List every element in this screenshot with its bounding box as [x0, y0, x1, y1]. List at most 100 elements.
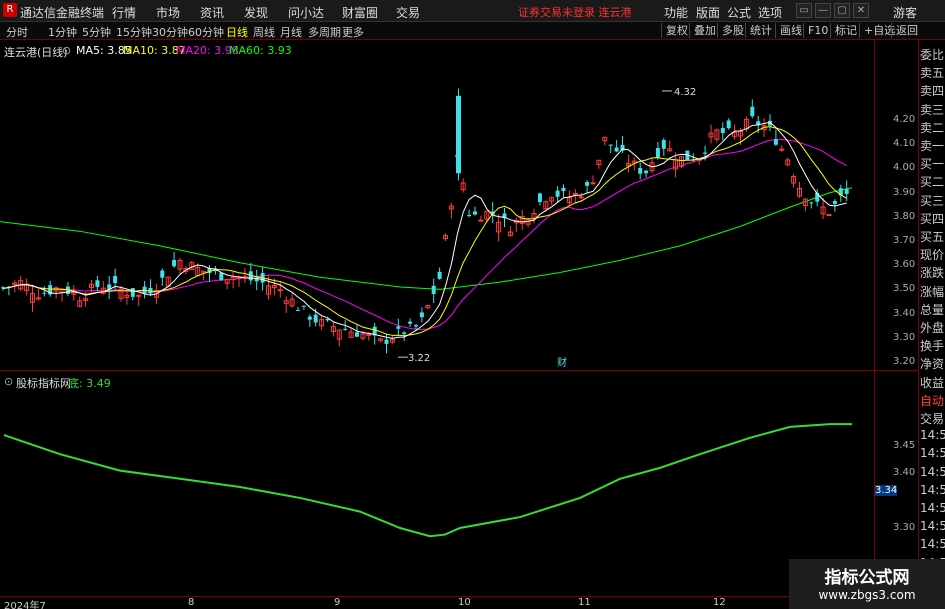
side-panel-item[interactable]: 涨跌: [920, 264, 944, 281]
candle-body-down: [95, 280, 100, 287]
candle-body-up: [826, 214, 832, 217]
menu-news[interactable]: 资讯: [200, 4, 224, 21]
menu-market[interactable]: 市场: [156, 4, 180, 21]
login-warning[interactable]: 证券交易未登录 连云港: [518, 4, 632, 20]
ma60-polyline: [0, 187, 853, 290]
mark-button[interactable]: 标记: [830, 23, 861, 38]
candle-body-down: [301, 305, 306, 307]
side-panel-item[interactable]: 净资: [920, 355, 944, 372]
quote-side-panel[interactable]: 委比 卖五 卖四卖三 卖二 卖一 买一 买二买三 买四 买五 现价 涨跌涨幅 总量 外盘 换手 净资收益 自动…: [918, 40, 945, 609]
side-panel-item[interactable]: 交易: [920, 410, 944, 427]
side-panel-item[interactable]: 14:56: [920, 428, 945, 442]
candle-body-down: [42, 292, 47, 294]
price-tick: 4.10: [893, 138, 916, 150]
ma10-polyline: [2, 126, 847, 337]
candle-body-down: [219, 272, 224, 281]
period-more[interactable]: 更多: [342, 24, 364, 40]
statistics-button[interactable]: 统计: [745, 23, 776, 38]
menu-ask[interactable]: 问小达: [288, 4, 324, 21]
menu-function[interactable]: 功能: [664, 4, 688, 21]
maximize-button[interactable]: ▢: [834, 3, 850, 18]
candle-body-down: [414, 325, 418, 327]
period-intraday[interactable]: 分时: [6, 24, 28, 40]
menu-layout[interactable]: 版面: [696, 4, 720, 21]
period-multi[interactable]: 多周期: [308, 24, 341, 40]
side-panel-item[interactable]: 现价: [920, 246, 944, 263]
price-tick: 3.70: [893, 235, 916, 246]
period-5min[interactable]: 5分钟: [82, 24, 111, 40]
minimize-button[interactable]: —: [815, 3, 831, 18]
side-panel-item[interactable]: 自动: [920, 392, 944, 409]
draw-line-button[interactable]: 画线: [775, 23, 806, 38]
menu-formula[interactable]: 公式: [727, 4, 751, 21]
overlay-button[interactable]: 叠加: [689, 23, 720, 38]
side-panel-item[interactable]: 14:56: [920, 465, 945, 479]
side-panel-item[interactable]: 总量: [920, 301, 944, 318]
menu-quotes[interactable]: 行情: [112, 4, 136, 21]
side-panel-item[interactable]: 14:56: [920, 537, 945, 551]
period-monthly[interactable]: 月线: [280, 24, 302, 40]
price-tick: 4.20: [893, 114, 916, 125]
indicator-polyline: [3, 423, 852, 538]
period-60min[interactable]: 60分钟: [188, 24, 224, 40]
side-panel-item[interactable]: 收益: [920, 374, 944, 391]
period-15min[interactable]: 15分钟: [116, 24, 152, 40]
side-panel-item[interactable]: 卖一: [920, 137, 944, 154]
side-panel-item[interactable]: 卖二: [920, 119, 944, 136]
side-panel-item[interactable]: 买二: [920, 173, 944, 190]
side-panel-item[interactable]: 卖四: [920, 82, 944, 99]
multi-stock-button[interactable]: 多股: [717, 23, 748, 38]
adjust-button[interactable]: 复权: [661, 23, 692, 38]
side-panel-item[interactable]: 14:56: [920, 483, 945, 497]
menu-trade[interactable]: 交易: [396, 4, 420, 21]
period-daily[interactable]: 日线: [226, 24, 248, 40]
menu-wealth[interactable]: 财富圈: [342, 4, 378, 21]
side-panel-item[interactable]: 买一: [920, 155, 944, 172]
close-button[interactable]: ✕: [853, 3, 869, 18]
candle-body-down: [608, 144, 613, 146]
candle-body-down: [307, 316, 312, 320]
kline-chart[interactable]: 4.32 3.22 财: [0, 40, 875, 596]
side-panel-item[interactable]: 买五: [920, 228, 944, 245]
indicator-tick: 3.40: [893, 467, 916, 479]
side-panel-item[interactable]: 买四: [920, 210, 944, 227]
f10-button[interactable]: F10: [803, 23, 832, 38]
price-tick: 3.40: [893, 307, 916, 319]
candle-body-down: [720, 127, 725, 133]
indicator-toggle-icon[interactable]: ⊙: [4, 375, 13, 388]
candle-body-up: [478, 219, 484, 222]
guest-label[interactable]: 游客: [893, 4, 917, 21]
candle-body-down: [473, 211, 477, 215]
indicator-tick: 3.45: [893, 440, 916, 451]
side-panel-item[interactable]: 14:56: [920, 446, 945, 460]
legend-toggle-icon[interactable]: ⊙: [62, 44, 71, 57]
period-weekly[interactable]: 周线: [253, 24, 275, 40]
period-1min[interactable]: 1分钟: [48, 24, 77, 40]
price-tick: 3.90: [893, 186, 916, 198]
ma20-line: [2, 139, 847, 331]
candle-body-down: [703, 152, 708, 154]
menu-discover[interactable]: 发现: [244, 4, 268, 21]
side-panel-item[interactable]: 委比: [920, 46, 944, 63]
menu-options[interactable]: 选项: [758, 4, 782, 21]
candle-body-down: [832, 200, 837, 204]
back-button[interactable]: 返回: [891, 23, 922, 38]
side-panel-item[interactable]: 涨幅: [920, 283, 944, 300]
side-panel-item[interactable]: 14:56: [920, 501, 945, 515]
candle-body-down: [726, 120, 731, 129]
indicator-tick: 3.30: [893, 522, 916, 533]
period-toolbar: 分时 1分钟 5分钟 15分钟 30分钟 60分钟 日线 周线 月线 多周期 更…: [0, 22, 945, 40]
side-panel-item[interactable]: 买三: [920, 192, 944, 209]
side-panel-item[interactable]: 卖五: [920, 64, 944, 81]
period-30min[interactable]: 30分钟: [152, 24, 188, 40]
side-panel-item[interactable]: 外盘: [920, 319, 944, 336]
price-tick: 4.00: [893, 162, 916, 174]
side-panel-item[interactable]: 换手: [920, 337, 944, 354]
restore-window-button[interactable]: ▭: [796, 3, 812, 18]
app-logo-icon: R: [3, 3, 17, 17]
price-tick: 3.30: [893, 331, 916, 343]
side-panel-item[interactable]: 14:56: [920, 519, 945, 533]
side-panel-item[interactable]: 卖三: [920, 101, 944, 118]
candle-body-down: [638, 168, 643, 174]
candle-body-down: [644, 170, 649, 174]
